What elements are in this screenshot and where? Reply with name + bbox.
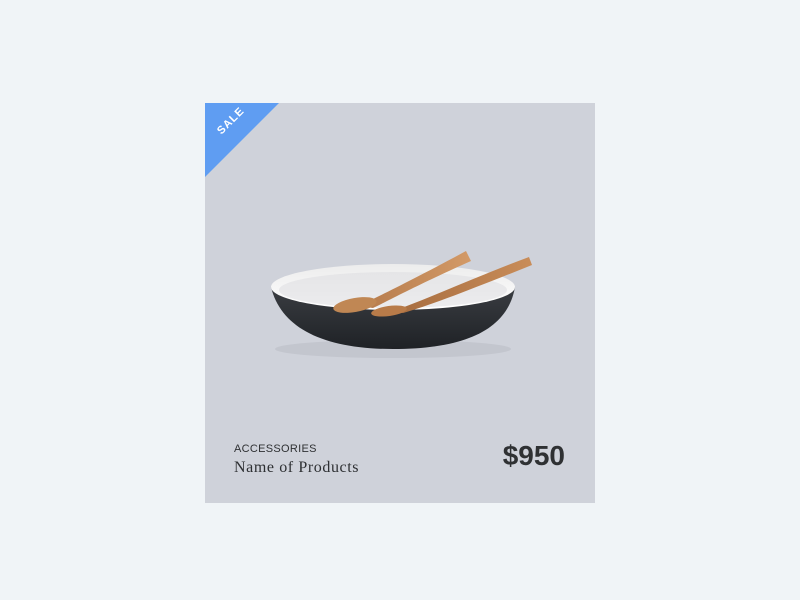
product-price: $950	[502, 440, 565, 471]
sale-badge-text: SALE	[214, 104, 248, 138]
product-name[interactable]: Name of Products	[234, 459, 359, 477]
product-image[interactable]	[263, 243, 563, 363]
product-card[interactable]: SALE ACCESSORIES Name of Products $950	[205, 103, 595, 503]
product-meta: ACCESSORIES Name of Products	[234, 443, 359, 477]
product-category: ACCESSORIES	[234, 443, 317, 455]
sale-ribbon: SALE	[205, 103, 279, 177]
